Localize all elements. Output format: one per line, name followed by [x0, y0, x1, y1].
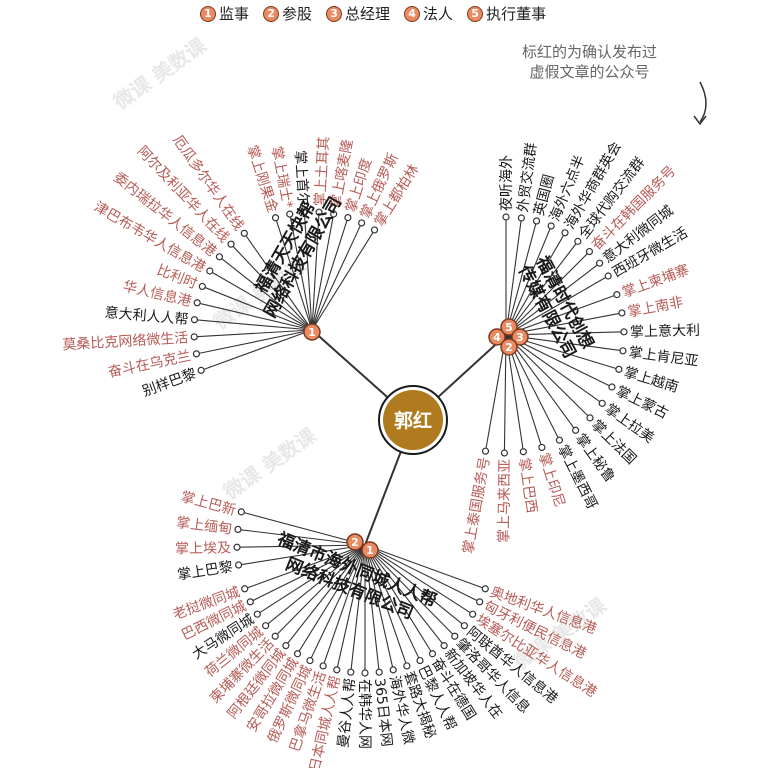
account-node: [333, 666, 341, 674]
note-arrow-head: [693, 115, 707, 126]
account-node: [306, 656, 314, 665]
account-label: 夜听海外: [499, 155, 515, 211]
role-badge-number: 2: [351, 536, 359, 549]
account-node: [262, 622, 270, 630]
account-node: [193, 299, 201, 307]
account-label: 掌上巴黎: [176, 559, 234, 584]
account-node: [598, 399, 606, 407]
account-node: [358, 219, 366, 227]
account-node: [375, 668, 383, 676]
account-label: 掌上巴西: [515, 457, 539, 515]
account-node: [234, 525, 242, 534]
account-node: [502, 213, 510, 221]
account-node: [428, 650, 437, 658]
center-node: 郭红: [378, 385, 448, 455]
account-node: [519, 448, 527, 456]
account-node: [416, 656, 424, 665]
account-link: [194, 319, 313, 331]
account-node: [481, 447, 490, 455]
account-node: [585, 247, 594, 256]
account-node: [190, 316, 199, 324]
account-node: [293, 650, 302, 658]
account-node: [370, 226, 379, 234]
watermark-text: 微课 美数课: [218, 423, 321, 505]
account-label: 掌上南非: [627, 294, 685, 320]
account-node: [604, 272, 612, 280]
account-label: 掌上马来西亚: [496, 459, 513, 543]
account-node: [198, 282, 206, 291]
account-node: [237, 508, 245, 516]
account-node: [476, 598, 484, 606]
relationship-diagram: 微课 美数课微课 美数课微课 美数课微课 美数课 掌上刚果金掌上瑞士*掌上首尔掌…: [62, 33, 707, 768]
account-node: [596, 259, 604, 267]
account-label: 莫桑比克网络微生活: [62, 330, 189, 353]
account-node: [561, 229, 569, 237]
account-node: [532, 217, 541, 225]
role-badge: 1: [361, 541, 379, 559]
account-node: [555, 436, 564, 444]
account-node: [389, 666, 397, 674]
account-node: [403, 662, 411, 670]
account-label: 在韩华人网: [356, 679, 372, 749]
account-node: [469, 610, 477, 618]
account-node: [615, 365, 623, 373]
account-node: [190, 333, 198, 341]
account-node: [618, 309, 626, 317]
account-label: 掌上意大利: [630, 322, 700, 341]
account-node: [240, 229, 248, 237]
account-node: [234, 561, 243, 569]
role-badge: 2: [500, 338, 518, 356]
account-node: [517, 214, 526, 222]
account-node: [481, 585, 489, 593]
account-link: [200, 329, 313, 371]
account-node: [608, 383, 616, 391]
account-node: [271, 632, 279, 640]
account-node: [344, 213, 352, 222]
account-node: [253, 610, 261, 618]
account-node: [574, 237, 582, 245]
account-node: [246, 598, 254, 606]
company-trunk-line: [311, 329, 389, 399]
role-badge-number: 4: [493, 331, 501, 344]
account-node: [500, 449, 509, 457]
company-trunk-line: [364, 451, 402, 546]
account-label: 掌上泰国服务号: [461, 456, 494, 555]
account-node: [451, 632, 459, 640]
account-node: [620, 328, 628, 336]
note-arrow: [693, 81, 707, 126]
role-badge: 1: [303, 323, 321, 341]
account-label: 掌上肯尼亚: [628, 345, 700, 370]
center-label: 郭红: [394, 409, 432, 432]
account-node: [538, 443, 546, 452]
account-node: [233, 543, 241, 551]
account-node: [586, 414, 594, 422]
account-node: [613, 291, 621, 299]
account-node: [572, 426, 580, 434]
role-badge-number: 1: [366, 544, 374, 557]
account-node: [271, 214, 280, 222]
role-badge-number: 5: [505, 321, 513, 334]
account-node: [619, 347, 627, 355]
account-node: [361, 669, 369, 677]
account-node: [192, 350, 201, 358]
account-label: 意大利人人帮: [104, 304, 189, 328]
account-node: [197, 366, 205, 374]
account-node: [215, 253, 224, 261]
account-node: [206, 267, 214, 275]
account-node: [282, 642, 290, 650]
role-badge: 2: [346, 533, 364, 551]
account-node: [227, 240, 235, 248]
account-node: [241, 585, 249, 593]
account-node: [347, 668, 355, 676]
account-node: [440, 642, 448, 650]
watermark-text: 微课 美数课: [108, 33, 211, 115]
account-node: [460, 622, 468, 630]
role-badge-number: 3: [516, 331, 524, 344]
role-badge-number: 1: [308, 326, 316, 339]
account-node: [547, 222, 555, 230]
account-label: 掌上埃及: [175, 540, 231, 557]
account-node: [319, 662, 327, 670]
account-label: 掌上缅甸: [175, 515, 233, 538]
role-badge-number: 2: [505, 341, 513, 354]
